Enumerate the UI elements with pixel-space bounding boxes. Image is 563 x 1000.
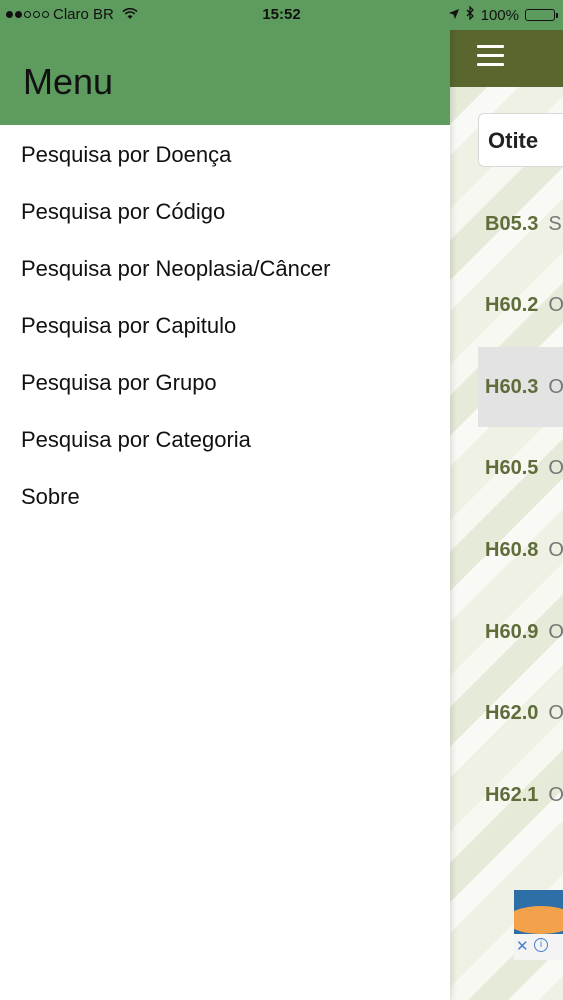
result-description: O: [548, 701, 563, 724]
menu-item-pesquisa-doenca[interactable]: Pesquisa por Doença: [0, 126, 450, 183]
main-content: Otite B05.3 S H60.2 O H60.3 O H60.5 O H60.8 O…: [450, 0, 563, 1000]
result-row[interactable]: H60.9 O: [478, 592, 563, 672]
menu-item-sobre[interactable]: Sobre: [0, 468, 450, 525]
ad-banner[interactable]: ✕ i: [514, 890, 563, 960]
result-code: H60.9: [485, 620, 539, 643]
result-code: H60.3: [485, 375, 539, 398]
result-description: O: [548, 456, 563, 479]
result-code: H60.2: [485, 293, 539, 316]
search-input[interactable]: Otite: [478, 113, 563, 167]
battery-icon: [525, 9, 558, 21]
menu-list: Pesquisa por Doença Pesquisa por Código …: [0, 126, 450, 525]
menu-item-pesquisa-codigo[interactable]: Pesquisa por Código: [0, 183, 450, 240]
status-bar: Claro BR 15:52 100%: [0, 0, 563, 30]
result-code: H60.5: [485, 456, 539, 479]
status-right: 100%: [448, 5, 558, 24]
bluetooth-icon: [466, 5, 475, 24]
battery-percent: 100%: [480, 6, 519, 24]
result-description: O: [548, 783, 563, 806]
menu-item-pesquisa-neoplasia[interactable]: Pesquisa por Neoplasia/Câncer: [0, 240, 450, 297]
result-description: S: [548, 212, 562, 235]
result-description: O: [548, 538, 563, 561]
result-row[interactable]: B05.3 S: [478, 184, 563, 264]
result-row[interactable]: H62.1 O: [478, 755, 563, 835]
ad-info-icon[interactable]: i: [534, 938, 548, 952]
menu-item-pesquisa-capitulo[interactable]: Pesquisa por Capitulo: [0, 297, 450, 354]
result-description: O: [548, 375, 563, 398]
result-code: H62.1: [485, 783, 539, 806]
result-row[interactable]: H60.5 O: [478, 428, 563, 508]
side-drawer: Menu Pesquisa por Doença Pesquisa por Có…: [0, 0, 450, 1000]
result-code: H62.0: [485, 701, 539, 724]
result-row[interactable]: H60.2 O: [478, 265, 563, 345]
result-row[interactable]: H62.0 O: [478, 673, 563, 753]
drawer-title: Menu: [23, 61, 114, 102]
result-description: O: [548, 293, 563, 316]
result-code: H60.8: [485, 538, 539, 561]
ad-close-icon[interactable]: ✕: [516, 937, 529, 955]
location-arrow-icon: [448, 7, 460, 24]
menu-item-pesquisa-categoria[interactable]: Pesquisa por Categoria: [0, 411, 450, 468]
result-row-selected[interactable]: H60.3 O: [478, 347, 563, 427]
menu-item-pesquisa-grupo[interactable]: Pesquisa por Grupo: [0, 354, 450, 411]
hamburger-menu-icon[interactable]: [477, 45, 504, 72]
result-row[interactable]: H60.8 O: [478, 510, 563, 590]
result-code: B05.3: [485, 212, 539, 235]
result-description: O: [548, 620, 563, 643]
